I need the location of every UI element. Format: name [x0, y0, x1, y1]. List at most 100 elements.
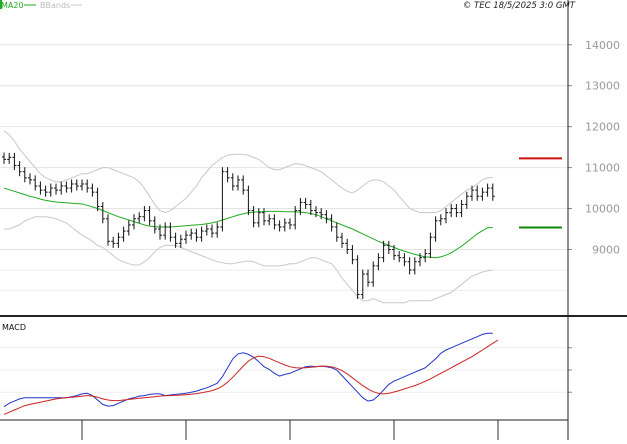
price-axis-label: 12000 [585, 121, 620, 134]
price-bar [152, 216, 157, 234]
price-bar [121, 226, 126, 242]
price-bar [293, 206, 298, 230]
price-bar [251, 206, 256, 228]
price-bar [340, 232, 344, 248]
price-bar [272, 214, 277, 230]
macd-axis [568, 347, 572, 393]
price-bar [90, 183, 95, 197]
legend: MA20 BBands [0, 0, 82, 10]
price-bar [111, 236, 116, 248]
price-bar [69, 179, 74, 193]
price-bar [225, 167, 230, 183]
price-bar [444, 208, 448, 224]
price-bar [267, 214, 272, 226]
price-levels-group [519, 157, 562, 229]
price-bar [464, 191, 469, 209]
price-bar [95, 187, 100, 211]
price-bar [33, 175, 38, 191]
price-bar [59, 181, 64, 195]
signal-line [3, 339, 499, 415]
time-axis [81, 420, 499, 440]
price-bar [54, 183, 58, 195]
price-axis: 9000 10000 11000 12000 13000 14000 [568, 39, 620, 256]
price-bar [355, 255, 360, 300]
price-bar [329, 214, 334, 232]
price-bar [433, 216, 438, 242]
price-bar [64, 181, 69, 193]
price-bar [74, 179, 79, 191]
price-axis-label: 10000 [585, 203, 620, 216]
price-bar [48, 183, 53, 197]
copyright-notice: © TEC 18/5/2025 3:0 GMT [463, 1, 576, 11]
price-bar [334, 222, 339, 242]
price-bar [43, 185, 48, 197]
price-axis-label: 9000 [592, 243, 620, 256]
price-bar [28, 173, 32, 185]
price-bar [2, 152, 6, 164]
price-axis-label: 13000 [585, 80, 620, 93]
price-bar [475, 185, 480, 201]
price-bar [194, 228, 199, 242]
price-bar [184, 230, 188, 244]
price-bar [423, 249, 428, 263]
price-bar [215, 222, 220, 238]
price-bar [22, 167, 27, 183]
price-bar [480, 187, 485, 201]
price-bar [412, 257, 417, 275]
price-bands-group [3, 130, 493, 304]
legend-label-ma20: MA20 [1, 1, 24, 10]
price-bar [38, 181, 43, 195]
price-bar [386, 240, 391, 254]
price-bar [7, 152, 12, 164]
price-bar [376, 253, 381, 271]
price-bar [490, 183, 495, 201]
price-bar [470, 185, 474, 201]
price-bar [246, 185, 251, 216]
price-bar [402, 253, 407, 267]
price-bar [256, 208, 261, 228]
grid-lines [0, 44, 568, 393]
price-axis-label: 14000 [585, 39, 620, 52]
price-bars-group [2, 152, 495, 300]
price-bar [137, 212, 142, 224]
price-bar [449, 204, 454, 218]
price-bar [17, 161, 22, 177]
legend-label-bbands: BBands [40, 1, 70, 10]
chart-window: 9000 10000 11000 12000 13000 14000 MA20 BBand… [0, 0, 627, 440]
price-bar [288, 218, 292, 230]
chart-frame [0, 0, 627, 440]
price-bar [199, 226, 204, 242]
price-bar [366, 269, 370, 287]
macd-panel [3, 332, 499, 415]
price-axis-label: 11000 [585, 162, 620, 175]
price-bar [230, 173, 235, 191]
price-bar [126, 220, 131, 236]
price-bar [438, 214, 443, 226]
price-bar [397, 251, 402, 263]
price-bar [428, 232, 433, 259]
price-bar [210, 224, 214, 238]
price-bar [360, 269, 365, 300]
price-bar [350, 244, 355, 265]
price-bar [178, 234, 183, 248]
price-bar [277, 220, 282, 232]
price-bar [303, 197, 308, 209]
price-bar [189, 228, 194, 240]
price-bar [324, 210, 329, 224]
price-bar [262, 208, 266, 226]
price-bar [106, 214, 110, 246]
price-bar [485, 183, 490, 197]
price-bar [220, 167, 225, 232]
price-bar [236, 175, 240, 191]
price-bar [407, 257, 412, 275]
price-bar [454, 204, 459, 218]
bollinger-lower-line [4, 216, 493, 304]
price-bar [282, 218, 287, 232]
price-bar [116, 232, 121, 248]
price-bar [100, 201, 105, 224]
price-bar [80, 179, 84, 191]
price-bar [241, 175, 246, 195]
price-bar [163, 222, 168, 240]
price-bar [371, 261, 376, 287]
price-bar [345, 238, 350, 254]
